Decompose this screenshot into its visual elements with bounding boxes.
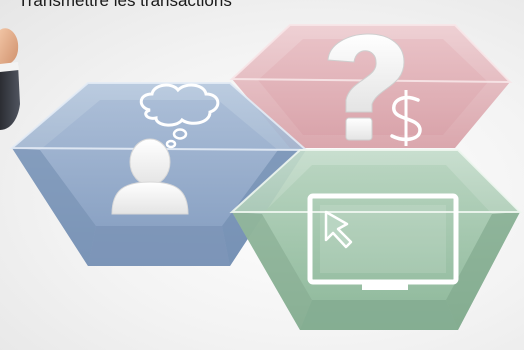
hexagon-scene — [0, 24, 523, 330]
hand-in-suit-sleeve — [0, 28, 20, 130]
